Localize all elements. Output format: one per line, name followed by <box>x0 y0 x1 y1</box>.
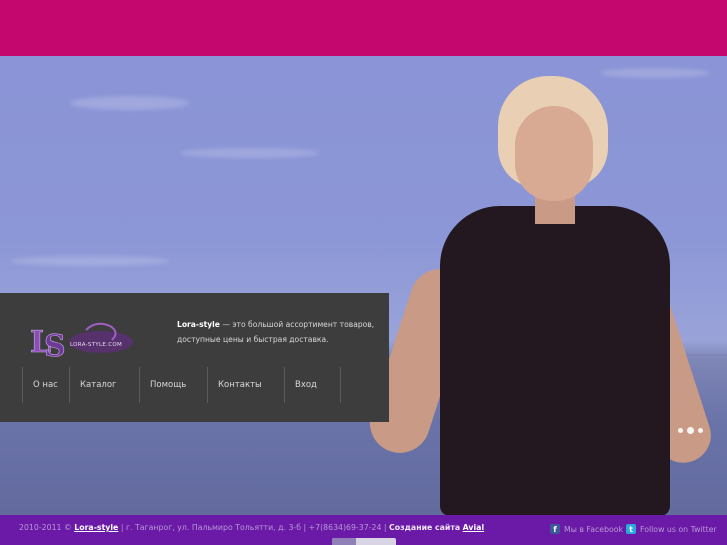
footer-copyright: 2010-2011 © Lora-style | г. Таганрог, ул… <box>19 523 484 532</box>
footer-brand-link[interactable]: Lora-style <box>74 523 118 532</box>
twitter-link[interactable]: t Follow us on Twitter <box>626 524 717 534</box>
hero-slider <box>0 56 727 515</box>
nav-item-label: Контакты <box>218 380 262 390</box>
footer-address: | г. Таганрог, ул. Пальмиро Тольятти, д.… <box>118 523 390 532</box>
svg-text:LORA-STYLE.COM: LORA-STYLE.COM <box>70 342 122 348</box>
hero-photo-person <box>362 76 719 515</box>
bottom-tab[interactable] <box>332 538 396 545</box>
site-tagline: Lora-style — это большой ассортимент тов… <box>177 317 377 347</box>
cloud <box>70 96 190 110</box>
cloud <box>180 148 320 158</box>
slider-dot-active[interactable] <box>688 428 693 433</box>
slider-pagination <box>678 428 703 433</box>
slider-dot[interactable] <box>678 428 683 433</box>
nav-divider <box>340 367 341 403</box>
footer-years: 2010-2011 © <box>19 523 75 532</box>
nav-item-label: О нас <box>33 380 58 390</box>
nav-item-label: Вход <box>295 380 317 390</box>
facebook-label: Мы в Facebook <box>564 524 624 534</box>
main-nav: О нас Каталог Помощь Контакты Вход <box>22 367 341 403</box>
footer-creator-link[interactable]: Avial <box>463 523 484 532</box>
twitter-icon: t <box>626 524 636 534</box>
nav-item-label: Каталог <box>80 380 117 390</box>
footer-creation-label: Создание сайта <box>389 523 461 532</box>
nav-item-label: Помощь <box>150 380 187 390</box>
nav-item-help[interactable]: Помощь <box>139 367 207 403</box>
nav-item-contacts[interactable]: Контакты <box>207 367 284 403</box>
nav-item-about[interactable]: О нас <box>22 367 69 403</box>
bottom-tab-active <box>332 538 356 545</box>
tagline-brand: Lora-style <box>177 320 220 329</box>
svg-text:S: S <box>44 329 66 360</box>
cloud <box>10 256 170 266</box>
top-bar <box>0 0 727 56</box>
person-dress <box>440 206 670 515</box>
slider-dot[interactable] <box>698 428 703 433</box>
nav-item-login[interactable]: Вход <box>284 367 340 403</box>
site-logo[interactable]: L S LORA-STYLE.COM <box>26 316 136 360</box>
nav-item-catalog[interactable]: Каталог <box>69 367 139 403</box>
twitter-label: Follow us on Twitter <box>640 524 717 534</box>
facebook-link[interactable]: f Мы в Facebook <box>550 524 623 534</box>
facebook-icon: f <box>550 524 560 534</box>
person-face <box>515 106 593 201</box>
